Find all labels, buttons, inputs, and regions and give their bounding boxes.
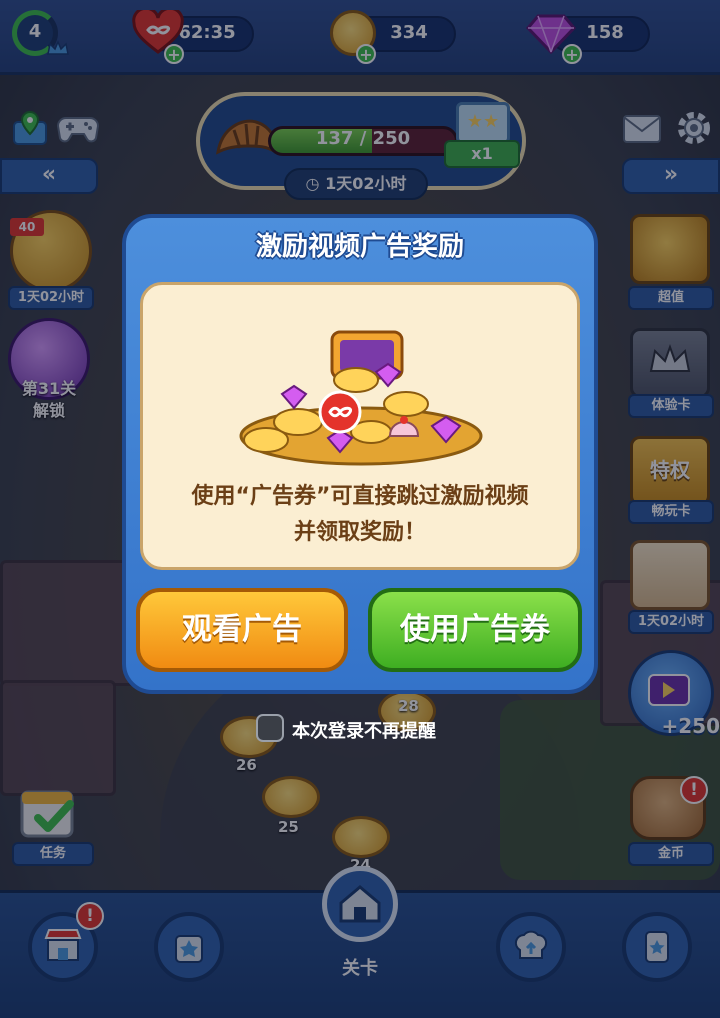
- dialog-message-line1: 使用“广告券”可直接跳过激励视频: [191, 484, 529, 509]
- treasure-chest-illustration: [236, 318, 486, 468]
- watch-ad-button[interactable]: 观看广告: [136, 588, 348, 672]
- dont-remind-checkbox[interactable]: [256, 714, 284, 742]
- dialog-title: 激励视频广告奖励: [255, 232, 464, 262]
- use-ad-voucher-button[interactable]: 使用广告券: [368, 588, 582, 672]
- dont-remind-label[interactable]: 本次登录不再提醒: [292, 717, 436, 743]
- dialog-message-line2: 并领取奖励！: [293, 520, 426, 545]
